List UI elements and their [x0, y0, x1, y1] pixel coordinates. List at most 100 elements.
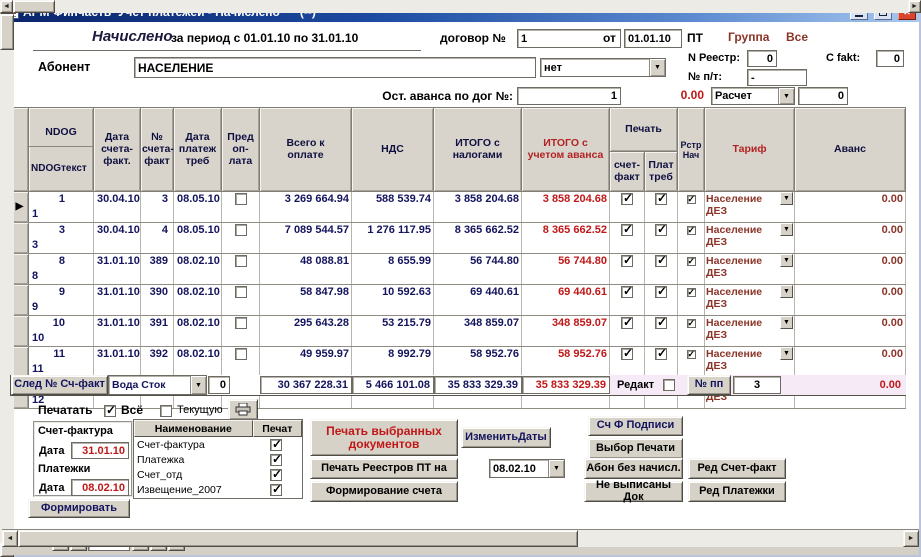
- print-registers-button[interactable]: Печать Реестров ПТ на: [310, 458, 458, 479]
- doc-list-item[interactable]: Счет_отд: [134, 467, 302, 482]
- total-advance-cell[interactable]: 69 440.61: [522, 285, 610, 316]
- group-value[interactable]: Все: [786, 30, 808, 44]
- print-payment-checkbox[interactable]: [655, 348, 667, 360]
- advance-cell[interactable]: 0.00: [795, 285, 906, 316]
- vat-cell[interactable]: 53 215.79: [352, 316, 434, 347]
- invoice-no-cell[interactable]: 390: [141, 285, 174, 316]
- invoice-date-cell[interactable]: 30.04.10: [94, 192, 141, 223]
- rstr-checkbox[interactable]: [687, 288, 696, 297]
- total-tax-cell[interactable]: 8 365 662.52: [434, 223, 522, 254]
- col-header-print-payment[interactable]: Плат треб: [645, 152, 678, 192]
- col-header-prepay[interactable]: Пред оп- лата: [222, 108, 260, 192]
- abonent-field[interactable]: НАСЕЛЕНИЕ: [134, 57, 536, 78]
- print-selected-button[interactable]: Печать выбранных документов: [310, 419, 458, 456]
- advance-cell[interactable]: 0.00: [795, 254, 906, 285]
- print-payment-checkbox[interactable]: [655, 255, 667, 267]
- prepay-checkbox[interactable]: [235, 348, 247, 360]
- tariff-cell[interactable]: Население▼ДЕЗ: [705, 285, 795, 316]
- print-payment-checkbox[interactable]: [655, 224, 667, 236]
- payment-date-cell[interactable]: 08.02.10: [174, 285, 222, 316]
- printer-button[interactable]: [228, 399, 258, 420]
- chevron-down-icon[interactable]: ▼: [780, 192, 793, 205]
- ndog-cell[interactable]: 1010: [29, 316, 94, 347]
- print-invoice-checkbox[interactable]: [621, 224, 633, 236]
- print-invoice-checkbox[interactable]: [621, 255, 633, 267]
- ndog-cell[interactable]: 11: [29, 192, 94, 223]
- print-all-checkbox[interactable]: [104, 405, 116, 417]
- invoice-no-cell[interactable]: 3: [141, 192, 174, 223]
- scroll-right-arrow[interactable]: ►: [908, 0, 921, 13]
- raschet-combo[interactable]: Расчет ▼: [711, 87, 795, 105]
- prepay-checkbox[interactable]: [235, 193, 247, 205]
- total-tax-cell[interactable]: 58 952.76: [434, 347, 522, 378]
- rstr-checkbox[interactable]: [687, 195, 696, 204]
- col-header-advance[interactable]: Аванс: [795, 108, 906, 192]
- form-hscrollbar[interactable]: ◄ ►: [2, 530, 661, 547]
- invoice-date-cell[interactable]: 31.01.10: [94, 254, 141, 285]
- hscroll-thumb[interactable]: [18, 530, 578, 547]
- prepay-checkbox[interactable]: [235, 286, 247, 298]
- prepay-checkbox[interactable]: [235, 224, 247, 236]
- col-header-ndog[interactable]: NDOG NDOGтекст: [29, 108, 94, 192]
- raschet-count-field[interactable]: 0: [798, 87, 848, 105]
- total-cell[interactable]: 49 959.97: [260, 347, 352, 378]
- doc-list-item[interactable]: Счет-фактура: [134, 437, 302, 452]
- invoice-date-cell[interactable]: 31.01.10: [94, 347, 141, 378]
- vat-cell[interactable]: 8 655.99: [352, 254, 434, 285]
- tariff-cell[interactable]: Население▼ДЕЗ: [705, 192, 795, 223]
- invoice-no-cell[interactable]: 392: [141, 347, 174, 378]
- chevron-down-icon[interactable]: ▼: [780, 254, 793, 267]
- vscroll-thumb[interactable]: [0, 14, 14, 50]
- register-date-combo[interactable]: 08.02.10 ▼: [489, 459, 565, 478]
- prepay-checkbox[interactable]: [235, 255, 247, 267]
- total-cell[interactable]: 58 847.98: [260, 285, 352, 316]
- advance-cell[interactable]: 0.00: [795, 347, 906, 378]
- voda-stok-count-field[interactable]: 0: [208, 376, 230, 394]
- vat-cell[interactable]: 8 992.79: [352, 347, 434, 378]
- chevron-down-icon[interactable]: ▼: [780, 285, 793, 298]
- ost-avansa-dog-field[interactable]: 1: [517, 87, 621, 105]
- advance-cell[interactable]: 0.00: [795, 223, 906, 254]
- rstr-checkbox[interactable]: [687, 319, 696, 328]
- abonent-combo[interactable]: нет ▼: [540, 58, 666, 77]
- col-header-total-tax[interactable]: ИТОГО с налогами: [434, 108, 522, 192]
- change-dates-button[interactable]: ИзменитьДаты: [461, 427, 551, 448]
- invoice-date-field[interactable]: 31.01.10: [71, 442, 129, 459]
- abon-no-accrual-button[interactable]: Абон без начисл.: [584, 458, 683, 479]
- invoice-date-cell[interactable]: 30.04.10: [94, 223, 141, 254]
- payment-date-cell[interactable]: 08.05.10: [174, 192, 222, 223]
- col-header-total-advance[interactable]: ИТОГО с учетом аванса: [522, 108, 610, 192]
- total-advance-cell[interactable]: 8 365 662.52: [522, 223, 610, 254]
- vat-cell[interactable]: 588 539.74: [352, 192, 434, 223]
- chevron-down-icon[interactable]: ▼: [190, 376, 206, 394]
- rstr-checkbox[interactable]: [687, 350, 696, 359]
- tariff-cell[interactable]: Население▼ДЕЗ: [705, 347, 795, 378]
- payments-date-field[interactable]: 08.02.10: [71, 479, 129, 496]
- tariff-cell[interactable]: Население▼ДЕЗ: [705, 223, 795, 254]
- form-account-button[interactable]: Формирование счета: [310, 481, 458, 502]
- print-payment-checkbox[interactable]: [655, 317, 667, 329]
- npp-field[interactable]: 3: [733, 376, 781, 394]
- total-cell[interactable]: 295 643.28: [260, 316, 352, 347]
- payment-date-cell[interactable]: 08.05.10: [174, 223, 222, 254]
- voda-stok-combo[interactable]: Вода Сток ▼: [108, 375, 207, 395]
- chevron-down-icon[interactable]: ▼: [780, 223, 793, 236]
- total-cell[interactable]: 3 269 664.94: [260, 192, 352, 223]
- total-advance-cell[interactable]: 56 744.80: [522, 254, 610, 285]
- col-header-rstr[interactable]: Рстр Нач: [678, 108, 705, 192]
- advance-cell[interactable]: 0.00: [795, 316, 906, 347]
- not-issued-docs-button[interactable]: Не выписаны Док: [584, 481, 683, 502]
- payment-date-cell[interactable]: 08.02.10: [174, 347, 222, 378]
- invoice-signatures-button[interactable]: Сч Ф Подписи: [588, 416, 683, 436]
- doc-print-checkbox[interactable]: [270, 484, 282, 496]
- print-invoice-checkbox[interactable]: [621, 348, 633, 360]
- tariff-cell[interactable]: Население▼ДЕЗ: [705, 254, 795, 285]
- invoice-no-cell[interactable]: 391: [141, 316, 174, 347]
- edit-payments-button[interactable]: Ред Платежки: [688, 481, 786, 502]
- chevron-down-icon[interactable]: ▼: [780, 347, 793, 360]
- print-current-checkbox[interactable]: [160, 405, 172, 417]
- payment-date-cell[interactable]: 08.02.10: [174, 254, 222, 285]
- ndog-cell[interactable]: 33: [29, 223, 94, 254]
- rstr-checkbox[interactable]: [687, 257, 696, 266]
- total-cell[interactable]: 48 088.81: [260, 254, 352, 285]
